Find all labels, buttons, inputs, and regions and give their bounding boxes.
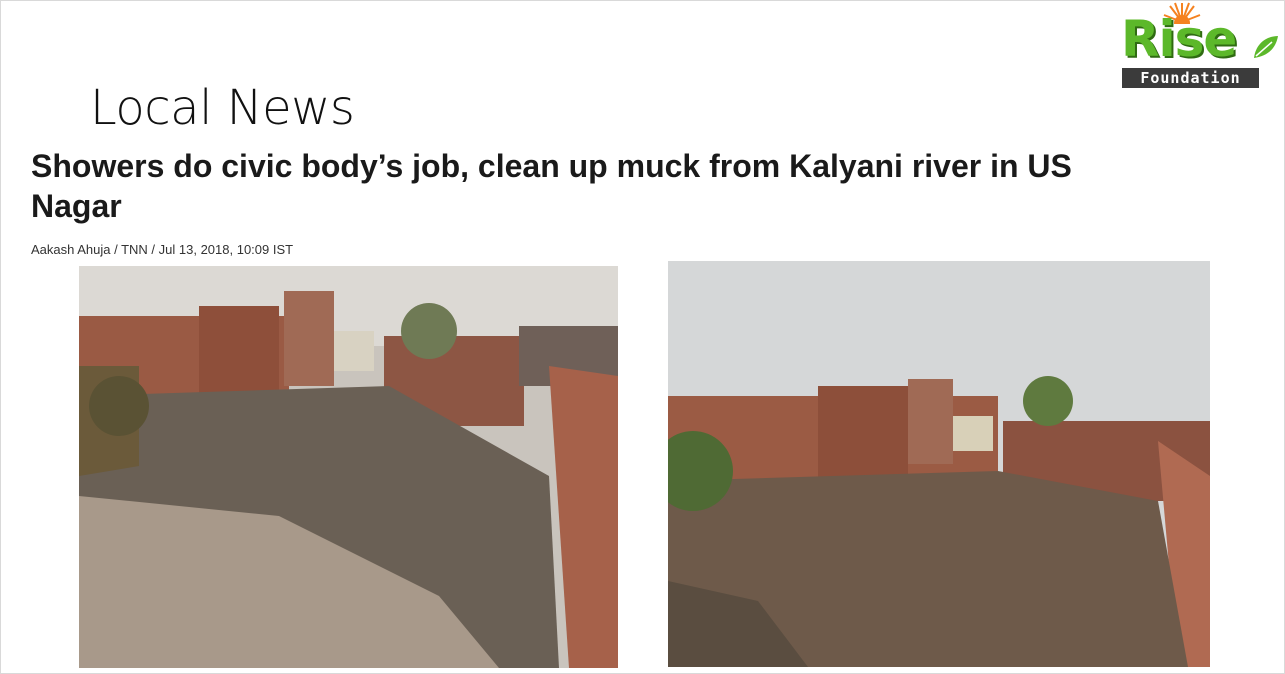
article-headline: Showers do civic body’s job, clean up mu…	[31, 148, 1072, 224]
rise-foundation-logo: Rise Foundation	[1118, 2, 1285, 92]
slide-title: Local News	[90, 80, 355, 136]
logo-subtitle: Foundation	[1122, 68, 1259, 88]
leaf-icon	[1254, 36, 1278, 58]
rain-flushed-river-photo	[668, 261, 1210, 667]
logo-wordmark: Rise	[1121, 10, 1237, 68]
article-byline: Aakash Ahuja / TNN / Jul 13, 2018, 10:09…	[31, 242, 294, 257]
garbage-filled-river-photo	[79, 266, 618, 668]
